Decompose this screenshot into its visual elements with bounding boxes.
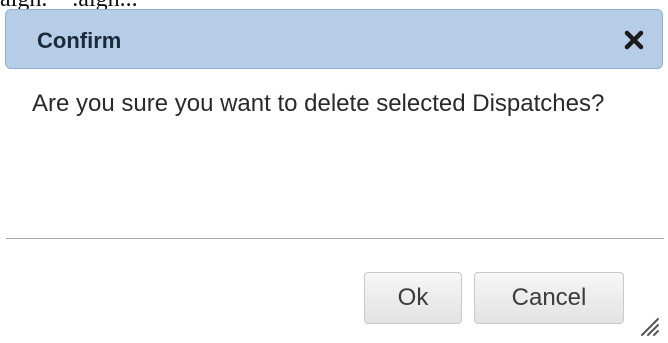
dialog-message: Are you sure you want to delete selected… bbox=[32, 90, 605, 117]
close-icon[interactable] bbox=[620, 26, 648, 54]
button-pane-divider bbox=[6, 238, 664, 239]
resize-grip-icon[interactable] bbox=[638, 315, 660, 337]
confirm-dialog: Confirm Are you sure you want to delete … bbox=[0, 0, 668, 343]
dialog-title: Confirm bbox=[37, 28, 122, 53]
ok-button[interactable]: Ok bbox=[364, 272, 462, 324]
cancel-button[interactable]: Cancel bbox=[474, 272, 624, 324]
dialog-titlebar[interactable]: Confirm bbox=[5, 9, 663, 69]
